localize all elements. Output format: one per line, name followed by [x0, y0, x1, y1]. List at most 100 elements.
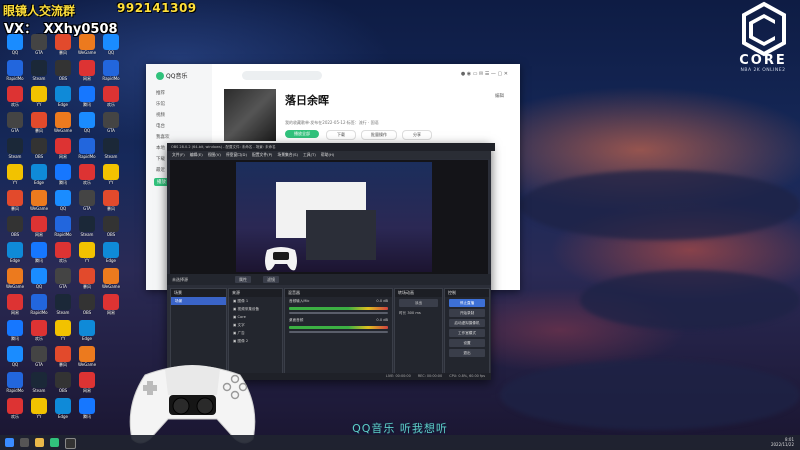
desktop-icon[interactable]: Steam — [100, 138, 122, 159]
desktop-icon[interactable]: 欢乐 — [100, 86, 122, 107]
source-item[interactable]: ▣ 图像 1 — [229, 297, 282, 305]
obs-menu-item[interactable]: 工具(T) — [303, 152, 316, 157]
volume-slider[interactable] — [289, 331, 388, 333]
desktop-icon[interactable]: Steam — [76, 216, 98, 237]
obs-menu-item[interactable]: 视图(V) — [208, 152, 221, 157]
desktop-icon[interactable]: OBS — [52, 60, 74, 81]
desktop-icon[interactable]: YY — [76, 242, 98, 263]
desktop-icon[interactable]: WeGame — [52, 112, 74, 133]
desktop-icon[interactable]: GTA — [100, 112, 122, 133]
desktop-icon[interactable]: QQ — [100, 34, 122, 55]
desktop-icon[interactable]: Edge — [76, 320, 98, 341]
volume-meter[interactable] — [289, 307, 388, 310]
play-all-button[interactable]: 播放全部 — [285, 130, 319, 138]
search-input[interactable] — [242, 71, 322, 80]
sidebar-item[interactable]: 本地 — [156, 145, 165, 151]
obs-menu-item[interactable]: 配置文件(P) — [252, 152, 272, 157]
share-button[interactable]: 分享 — [402, 130, 432, 140]
desktop-icon[interactable]: YY — [52, 320, 74, 341]
desktop-icon[interactable]: WeGame — [76, 34, 98, 55]
desktop-icon[interactable]: 网易 — [100, 294, 122, 315]
volume-slider[interactable] — [289, 312, 388, 314]
desktop-icon[interactable]: 腾讯 — [76, 86, 98, 107]
sidebar-item[interactable]: 我喜欢 — [156, 134, 170, 140]
desktop-icon[interactable]: 欢乐 — [28, 320, 50, 341]
control-button[interactable]: 设置 — [449, 339, 485, 347]
transition-select[interactable]: 淡出 — [399, 299, 438, 307]
desktop-icon[interactable]: Edge — [28, 164, 50, 185]
desktop-icon[interactable]: GTA — [28, 34, 50, 55]
obs-menu-item[interactable]: 场景集合(S) — [277, 152, 298, 157]
desktop-icon[interactable]: GTA — [76, 190, 98, 211]
source-item[interactable]: ▣ 广告 — [229, 329, 282, 337]
batch-button[interactable]: 批量操作 — [361, 130, 397, 140]
control-button[interactable]: 退出 — [449, 349, 485, 357]
sidebar-item[interactable]: 视频 — [156, 112, 165, 118]
obs-menu-item[interactable]: 编辑(E) — [190, 152, 203, 157]
sidebar-item[interactable]: 推荐 — [156, 90, 165, 96]
desktop-icon[interactable]: 腾讯 — [28, 242, 50, 263]
desktop-icon[interactable]: OBS — [4, 216, 26, 237]
desktop-icon[interactable]: GTA — [52, 268, 74, 289]
obs-menu-item[interactable]: 帮助(H) — [321, 152, 334, 157]
transition-duration[interactable]: 时长 300 ms — [395, 309, 442, 317]
desktop-icon[interactable]: 腾讯 — [4, 320, 26, 341]
desktop-icon[interactable]: 欢乐 — [4, 398, 26, 419]
desktop-icon[interactable]: WeGame — [100, 268, 122, 289]
control-button[interactable]: 启动虚拟摄像机 — [449, 319, 485, 327]
edit-button[interactable]: 编辑 — [495, 93, 504, 99]
obs-preview[interactable] — [170, 160, 488, 274]
desktop-icon[interactable]: 网易 — [4, 294, 26, 315]
desktop-icon[interactable]: 腾讯 — [52, 164, 74, 185]
scene-item[interactable]: 场景 — [171, 297, 226, 305]
desktop-icon[interactable]: 欢乐 — [52, 242, 74, 263]
desktop-icon[interactable]: Steam — [4, 138, 26, 159]
desktop-icon[interactable]: QQ — [52, 190, 74, 211]
explorer-icon[interactable] — [35, 438, 44, 447]
sidebar-item[interactable]: 最近 — [156, 167, 165, 173]
control-button[interactable]: 开始录制 — [449, 309, 485, 317]
source-item[interactable]: ▣ Core — [229, 313, 282, 321]
obs-menu-item[interactable]: 文件(F) — [172, 152, 185, 157]
volume-meter[interactable] — [289, 326, 388, 329]
desktop-icon[interactable]: 腾讯 — [76, 398, 98, 419]
desktop-icon[interactable]: RapidMo — [28, 294, 50, 315]
search-icon[interactable] — [20, 438, 29, 447]
desktop-icon[interactable]: YY — [4, 164, 26, 185]
desktop-icon[interactable]: Edge — [4, 242, 26, 263]
desktop-icon[interactable]: RapidMo — [4, 372, 26, 393]
source-item[interactable]: ▣ 图像 2 — [229, 337, 282, 345]
desktop-icon[interactable]: Edge — [100, 242, 122, 263]
desktop-icon[interactable]: WeGame — [4, 268, 26, 289]
desktop-icon[interactable]: GTA — [28, 346, 50, 367]
desktop-icon[interactable]: OBS — [52, 372, 74, 393]
desktop-icon[interactable]: 暴风 — [28, 112, 50, 133]
playlist-cover[interactable] — [224, 89, 276, 141]
system-tray-clock[interactable]: 8:01 2022/11/22 — [771, 437, 794, 447]
desktop-icon[interactable]: WeGame — [76, 346, 98, 367]
control-button[interactable]: 停止直播 — [449, 299, 485, 307]
desktop-icon[interactable]: Edge — [52, 86, 74, 107]
desktop-icon[interactable]: Steam — [28, 372, 50, 393]
desktop-icon[interactable]: QQ — [76, 112, 98, 133]
obs-menu-item[interactable]: 停靠窗口(D) — [226, 152, 247, 157]
desktop-icon[interactable]: WeGame — [28, 190, 50, 211]
desktop-icon[interactable]: 网易 — [76, 372, 98, 393]
desktop-icon[interactable]: 网易 — [52, 138, 74, 159]
desktop-icon[interactable]: Edge — [52, 398, 74, 419]
desktop-icon[interactable]: 欢乐 — [4, 86, 26, 107]
desktop-icon[interactable]: OBS — [76, 294, 98, 315]
desktop-icon[interactable]: 网易 — [28, 216, 50, 237]
qq-music-taskbar-icon[interactable] — [50, 438, 59, 447]
desktop-icon[interactable]: Steam — [28, 60, 50, 81]
desktop-icon[interactable]: RapidMo — [76, 138, 98, 159]
desktop-icon[interactable]: QQ — [4, 34, 26, 55]
download-button[interactable]: 下载 — [326, 130, 356, 140]
desktop-icon[interactable]: YY — [28, 86, 50, 107]
desktop-icon[interactable]: 暴风 — [52, 346, 74, 367]
desktop-icon[interactable]: 暴风 — [52, 34, 74, 55]
desktop-icon[interactable]: QQ — [28, 268, 50, 289]
desktop-icon[interactable]: 欢乐 — [76, 164, 98, 185]
start-icon[interactable] — [5, 438, 14, 447]
desktop-icon[interactable]: QQ — [4, 346, 26, 367]
